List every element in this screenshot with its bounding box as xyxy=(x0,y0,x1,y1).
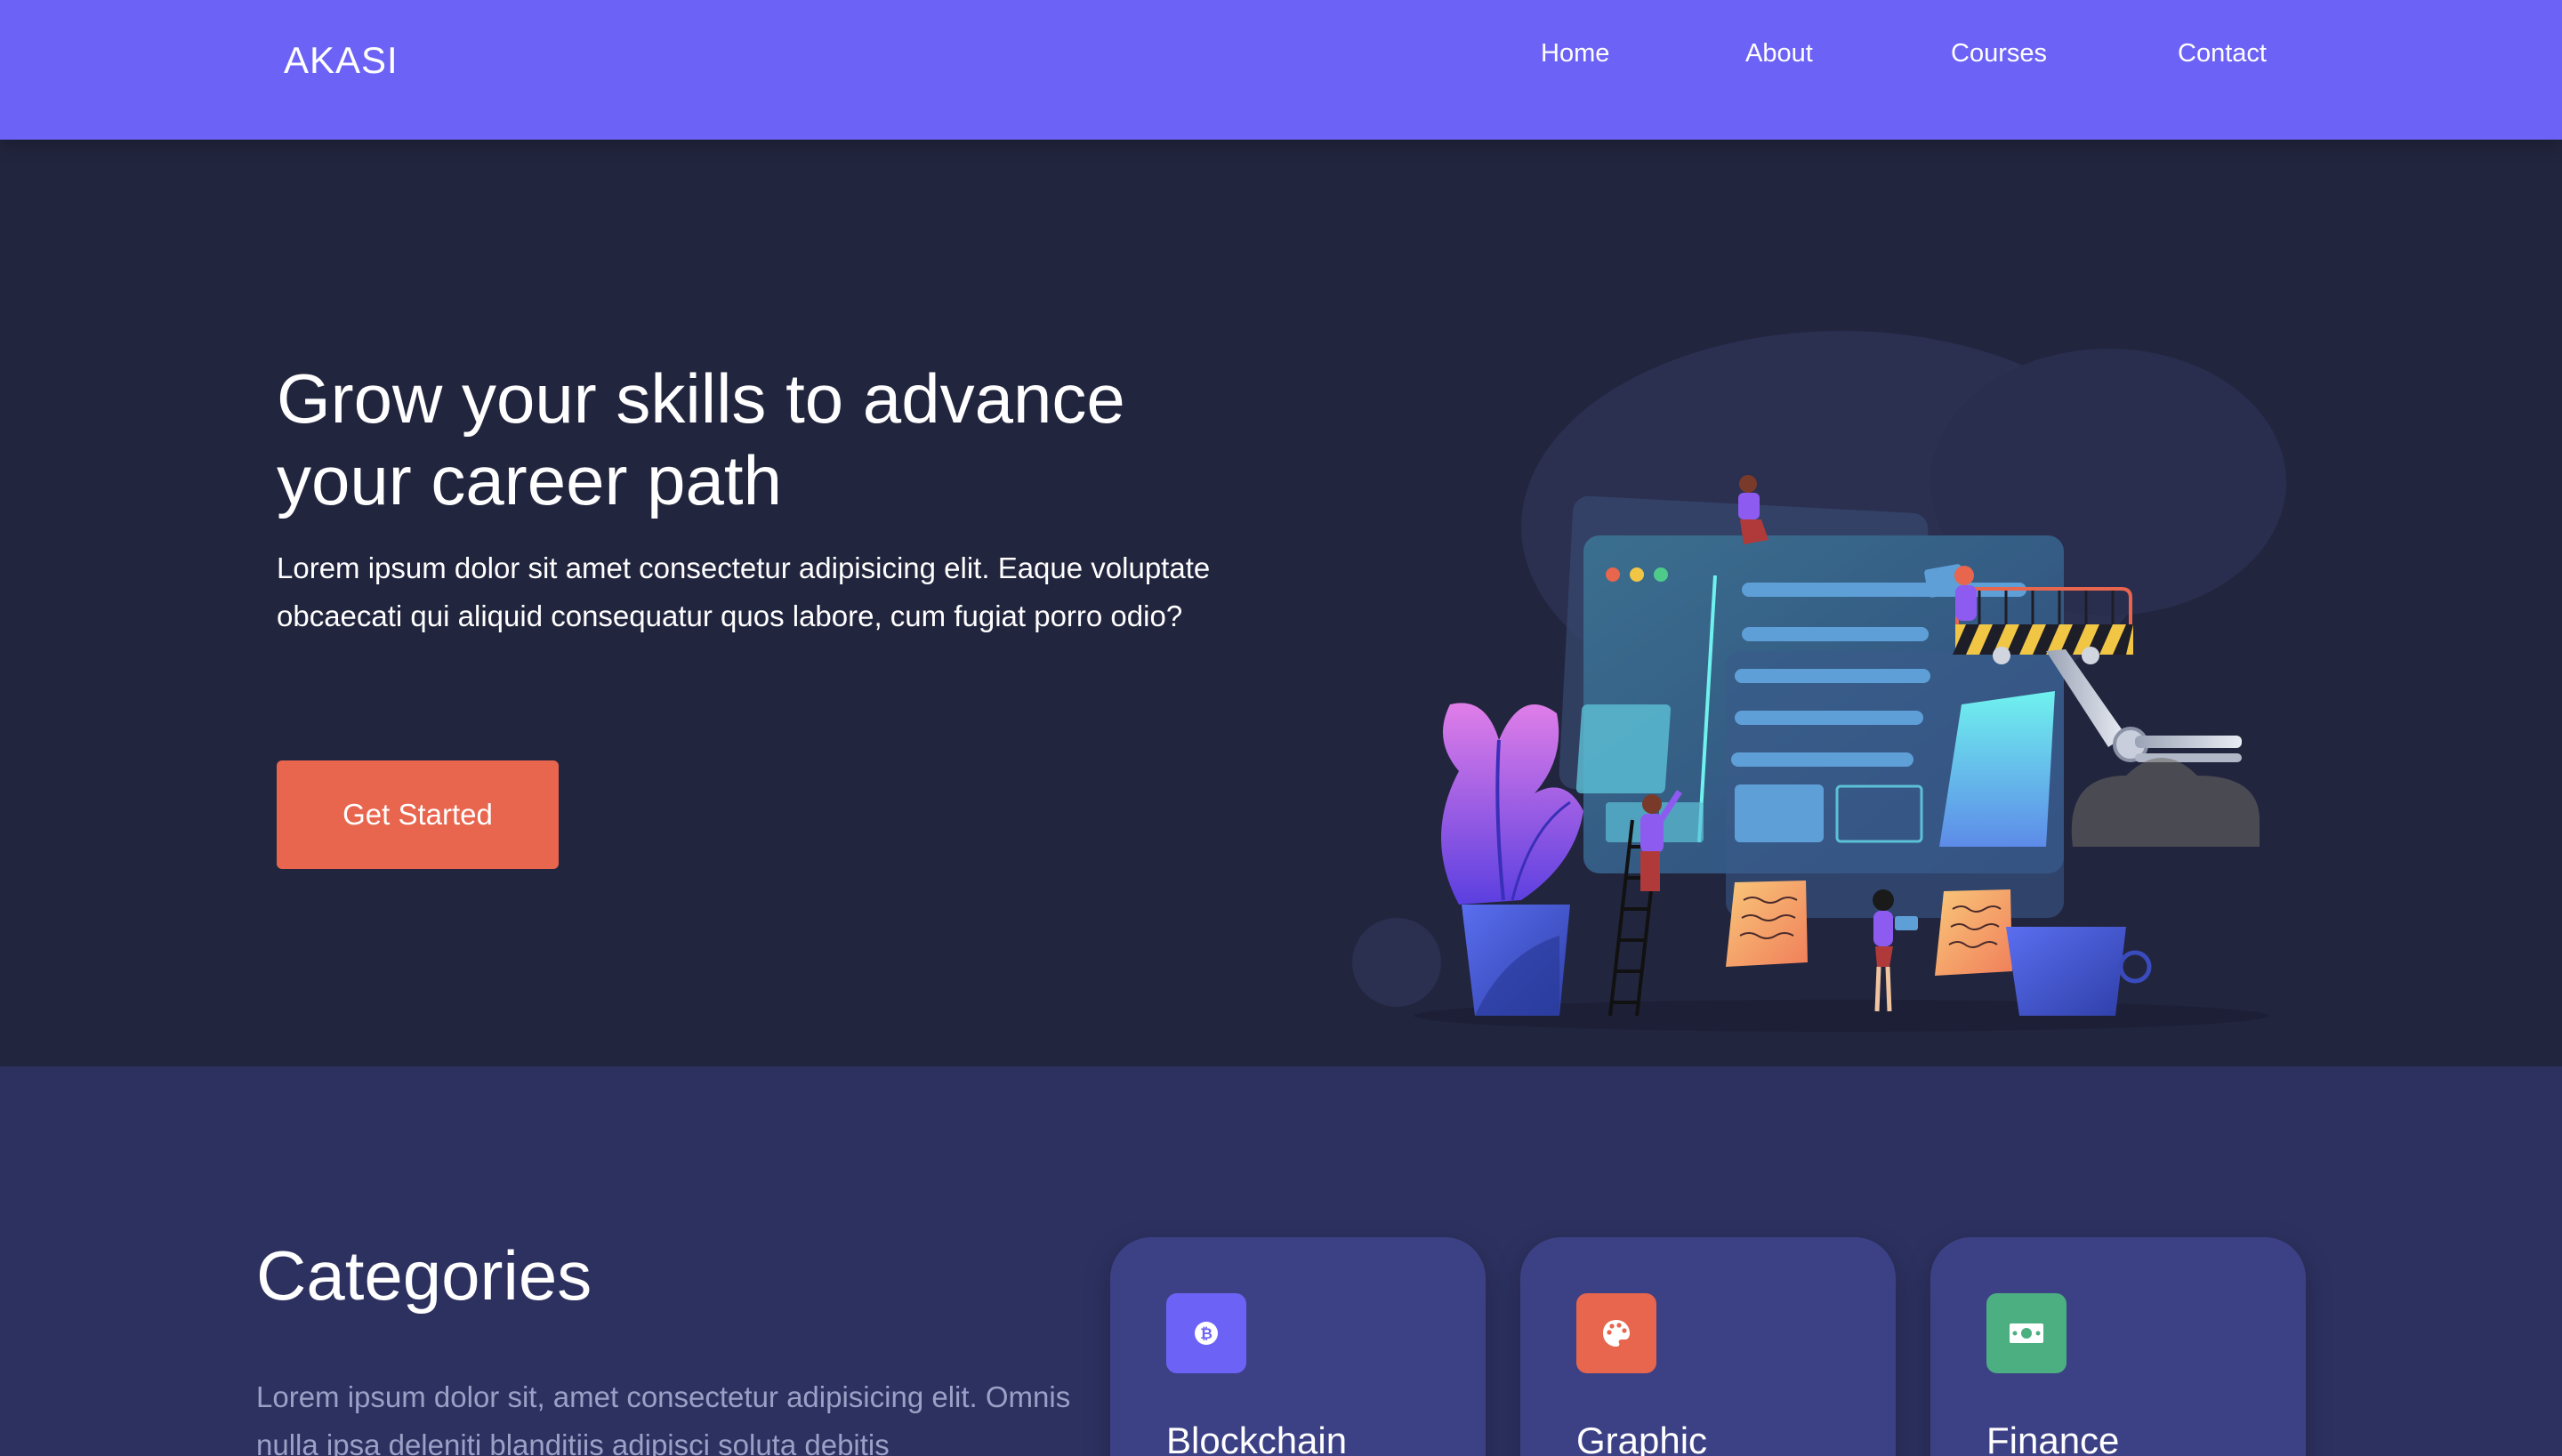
hero-title: Grow your skills to advance your career … xyxy=(277,359,1125,519)
nav-link-home[interactable]: Home xyxy=(1541,39,1609,68)
category-label-graphic: Graphic xyxy=(1576,1420,1708,1456)
category-card-finance[interactable]: Finance xyxy=(1930,1237,2306,1456)
category-card-blockchain[interactable]: ₿ Blockchain xyxy=(1110,1237,1486,1456)
hero-description: Lorem ipsum dolor sit amet consectetur a… xyxy=(277,551,1211,632)
category-card-graphic[interactable]: Graphic xyxy=(1520,1237,1896,1456)
nav-link-courses[interactable]: Courses xyxy=(1951,39,2047,68)
nav-links: Home About Courses Contact xyxy=(0,39,2562,75)
category-label-finance: Finance xyxy=(1986,1420,2120,1456)
categories-section: Categories Lorem ipsum dolor sit, amet c… xyxy=(0,1066,2562,1456)
hero-section: Grow your skills to advance your career … xyxy=(0,140,2562,1066)
svg-text:₿: ₿ xyxy=(1200,1325,1213,1342)
web-builders-illustration xyxy=(1352,331,2286,1032)
category-label-blockchain: Blockchain xyxy=(1166,1420,1348,1456)
nav-link-about[interactable]: About xyxy=(1745,39,1813,68)
get-started-button[interactable]: Get Started xyxy=(277,760,559,869)
money-icon xyxy=(1986,1293,2067,1373)
top-navbar: AKASI Home About Courses Contact xyxy=(0,0,2562,140)
categories-title: Categories xyxy=(256,1236,592,1315)
bitcoin-icon: ₿ xyxy=(1166,1293,1246,1373)
palette-icon xyxy=(1576,1293,1656,1373)
nav-link-contact[interactable]: Contact xyxy=(2178,39,2267,68)
categories-description: Lorem ipsum dolor sit, amet consectetur … xyxy=(256,1380,1071,1456)
